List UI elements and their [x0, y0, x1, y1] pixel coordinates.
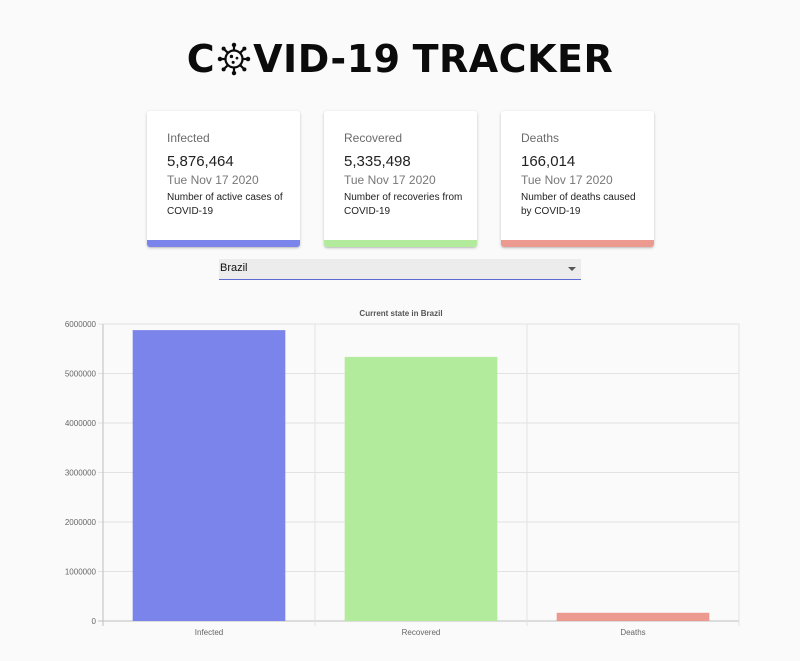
card-value: 166,014 [521, 153, 576, 170]
card-label: Recovered [344, 131, 403, 145]
card-description: Number of recoveries from COVID-19 [344, 192, 463, 217]
card-label: Infected [167, 131, 210, 145]
bar-infected[interactable] [132, 330, 286, 621]
card-description: Number of active cases of COVID-19 [167, 192, 283, 217]
bar-recovered[interactable] [344, 356, 498, 621]
y-tick-label: 0 [92, 617, 97, 626]
country-select-value: Brazil [220, 262, 248, 274]
stat-cards: Infected 5,876,464 Tue Nov 17 2020 Numbe… [147, 111, 654, 247]
card-description: Number of deaths caused by COVID-19 [521, 192, 636, 217]
y-tick-label: 1000000 [65, 568, 97, 577]
card-date: Tue Nov 17 2020 [344, 173, 436, 187]
card-value: 5,876,464 [167, 153, 234, 170]
card-date: Tue Nov 17 2020 [167, 173, 259, 187]
caret-down-icon[interactable] [568, 267, 576, 271]
deaths-card: Deaths 166,014 Tue Nov 17 2020 Number of… [501, 111, 654, 247]
title-word-covid: VID-19 [253, 37, 401, 81]
title-word-tracker: TRACKER [412, 37, 614, 81]
chart-x-axis: Infected Recovered Deaths [195, 628, 646, 637]
y-tick-label: 6000000 [65, 320, 97, 329]
chart-svg: Current state in Brazil 0 1000000 2000000 3… [65, 309, 740, 637]
y-tick-label: 3000000 [65, 469, 97, 478]
y-tick-label: 2000000 [65, 518, 97, 527]
page: C VID-19 TRACKER Infected 5,876,464 Tue … [0, 0, 800, 661]
card-value: 5,335,498 [344, 153, 411, 170]
card-label: Deaths [521, 131, 560, 145]
x-tick-label: Recovered [402, 628, 441, 637]
x-tick-label: Infected [195, 628, 223, 637]
chart-y-axis: 0 1000000 2000000 3000000 4000000 5000000 6000… [65, 320, 97, 626]
country-select[interactable]: Brazil [219, 259, 581, 280]
virus-icon [217, 42, 251, 76]
chart-title: Current state in Brazil [359, 309, 442, 318]
y-tick-label: 5000000 [65, 370, 97, 379]
infected-card: Infected 5,876,464 Tue Nov 17 2020 Numbe… [147, 111, 300, 247]
title-letter-c: C [186, 37, 216, 81]
bar-deaths[interactable] [556, 612, 710, 621]
x-tick-label: Deaths [620, 628, 645, 637]
recovered-card: Recovered 5,335,498 Tue Nov 17 2020 Numb… [324, 111, 477, 247]
card-color-bar [147, 240, 300, 247]
app-title: C VID-19 TRACKER [187, 37, 614, 81]
y-tick-label: 4000000 [65, 419, 97, 428]
bar-chart: Current state in Brazil 0 1000000 2000000 3… [0, 300, 800, 661]
card-color-bar [324, 240, 477, 247]
card-date: Tue Nov 17 2020 [521, 173, 613, 187]
header: C VID-19 TRACKER [0, 34, 800, 84]
card-color-bar [501, 240, 654, 247]
